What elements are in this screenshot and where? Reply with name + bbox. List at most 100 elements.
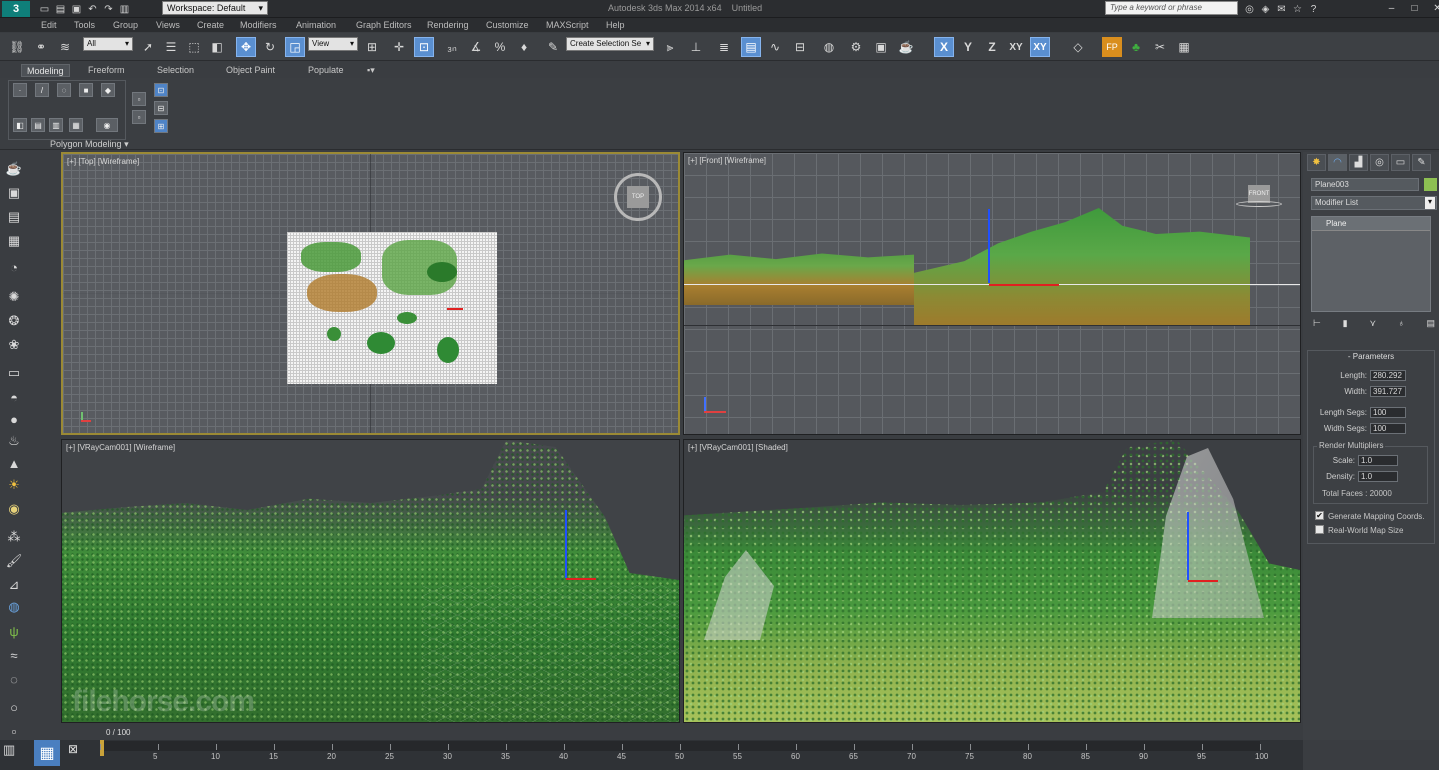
ribbon-side-icon-3[interactable]: ⊡ — [154, 83, 168, 97]
viewport-top[interactable]: [+] [Top] [Wireframe] TOP — [61, 152, 680, 435]
tab-modeling[interactable]: Modeling — [21, 64, 70, 77]
axis-y-button[interactable]: Y — [958, 37, 978, 57]
gizmo-x-axis[interactable] — [989, 284, 1059, 286]
new-file-icon[interactable]: ▭ — [38, 3, 51, 15]
timeline[interactable]: 0 / 100 5 10 15 20 25 30 35 40 45 50 55 60 65 70 75 80 8… — [88, 728, 1303, 770]
menu-customize[interactable]: Customize — [486, 20, 529, 30]
plane-object[interactable] — [287, 232, 497, 384]
link-icon[interactable]: ⛓ — [7, 37, 27, 57]
sun-icon[interactable]: ☀ — [5, 476, 23, 494]
viewport-label[interactable]: [+] [VRayCam001] [Wireframe] — [66, 443, 175, 452]
stack-item-plane[interactable]: Plane — [1312, 217, 1430, 231]
object-name-field[interactable]: Plane003 — [1311, 178, 1419, 191]
render-sphere-icon[interactable]: ○ — [5, 698, 23, 716]
search-input[interactable]: Type a keyword or phrase — [1105, 1, 1238, 15]
viewcube-face[interactable]: TOP — [627, 186, 649, 208]
parameters-rollout-header[interactable]: - Parameters — [1309, 352, 1433, 363]
viewcube-top[interactable]: TOP — [614, 173, 662, 221]
tab-populate[interactable]: Populate — [303, 64, 349, 77]
minimize-icon[interactable]: – — [1385, 2, 1398, 14]
hierarchy-tab-icon[interactable]: ▟ — [1349, 154, 1368, 171]
grass-icon[interactable]: ψ — [5, 622, 23, 640]
keyboard-shortcut-toggle-icon[interactable]: ⊡ — [414, 37, 434, 57]
menu-graph-editors[interactable]: Graph Editors — [356, 20, 412, 30]
pivot-center-icon[interactable]: ⊞ — [362, 37, 382, 57]
unlink-icon[interactable]: ⚭ — [31, 37, 51, 57]
ribbon-side-icon-5[interactable]: ⊞ — [154, 119, 168, 133]
forest-pack-icon[interactable]: FP — [1102, 37, 1122, 57]
container-icon[interactable]: ▦ — [5, 232, 23, 250]
selection-filter-dropdown[interactable]: All ▾ — [83, 37, 133, 51]
ribbon-options-icon[interactable]: ▪▾ — [362, 64, 380, 77]
ribbon-side-icon-1[interactable]: ▫ — [132, 92, 146, 106]
gizmo-y-axis[interactable] — [565, 510, 567, 578]
width-spinner[interactable]: 391.727 — [1370, 386, 1406, 397]
menu-animation[interactable]: Animation — [296, 20, 336, 30]
vertex-icon[interactable]: · — [13, 83, 27, 97]
edge-icon[interactable]: / — [35, 83, 49, 97]
gizmo-x-axis[interactable] — [1188, 580, 1218, 582]
modify-mode-icon[interactable]: ◧ — [13, 118, 27, 132]
helper-icon[interactable]: ❂ — [5, 312, 23, 330]
generate-mapping-checkbox[interactable]: ✔ — [1315, 511, 1324, 520]
show-end-result-icon[interactable]: ▮ — [1343, 318, 1348, 330]
scale-spinner[interactable]: 1.0 — [1358, 455, 1398, 466]
box-icon[interactable]: ▭ — [5, 364, 23, 382]
favorites-icon[interactable]: ☆ — [1291, 3, 1304, 15]
hemisphere-icon[interactable]: ◓ — [5, 388, 23, 406]
axis-x-button[interactable]: X — [934, 37, 954, 57]
pin-stack-icon[interactable]: ⊢ — [1313, 318, 1321, 330]
select-by-name-icon[interactable]: ☰ — [161, 37, 181, 57]
scatter-icon[interactable]: ⁂ — [5, 528, 23, 546]
camera-icon[interactable]: ◔ — [5, 258, 23, 276]
render-frame-icon[interactable]: ▣ — [5, 184, 23, 202]
window-crossing-icon[interactable]: ◧ — [207, 37, 227, 57]
axis-xy-button[interactable]: XY — [1006, 37, 1026, 57]
element-icon[interactable]: ◆ — [101, 83, 115, 97]
redo-icon[interactable]: ↷ — [102, 3, 115, 15]
rendered-frame-window-icon[interactable]: ▣ — [871, 37, 891, 57]
viewport-layout-icon[interactable]: ▦ — [34, 740, 60, 766]
rectangular-selection-icon[interactable]: ⬚ — [184, 37, 204, 57]
gizmo-x-axis[interactable] — [566, 578, 596, 580]
reference-coordinate-dropdown[interactable]: View ▾ — [308, 37, 358, 51]
scale-icon[interactable]: ◲ — [285, 37, 305, 57]
ignore-backfacing-icon[interactable]: ◉ — [96, 118, 118, 132]
menu-maxscript[interactable]: MAXScript — [546, 20, 589, 30]
gizmo-y-axis[interactable] — [1187, 512, 1189, 580]
tools-icon[interactable]: ✂ — [1150, 37, 1170, 57]
length-segs-spinner[interactable]: 100 — [1370, 407, 1406, 418]
light-icon[interactable]: ✺ — [5, 288, 23, 306]
globe-icon[interactable]: ◍ — [5, 598, 23, 616]
snaps-toggle-icon[interactable]: ₃ₙ — [442, 37, 462, 57]
preview-selection-icon[interactable]: ▦ — [69, 118, 83, 132]
sphere-icon[interactable]: ● — [5, 410, 23, 428]
polygon-icon[interactable]: ■ — [79, 83, 93, 97]
width-segs-spinner[interactable]: 100 — [1370, 423, 1406, 434]
motion-tab-icon[interactable]: ◎ — [1370, 154, 1389, 171]
tab-object-paint[interactable]: Object Paint — [221, 64, 280, 77]
particles-icon[interactable]: ❀ — [5, 336, 23, 354]
help-icon[interactable]: ? — [1307, 3, 1320, 15]
tree-icon[interactable]: ♣ — [1126, 37, 1146, 57]
configure-modifier-sets-icon[interactable]: ▤ — [1426, 318, 1435, 330]
create-tab-icon[interactable]: ✸ — [1307, 154, 1326, 171]
select-object-icon[interactable]: ➚ — [138, 37, 158, 57]
app-logo-icon[interactable]: 3 — [2, 1, 30, 17]
menu-views[interactable]: Views — [156, 20, 180, 30]
viewport-label[interactable]: [+] [VRayCam001] [Shaded] — [688, 443, 788, 452]
gizmo-y-axis[interactable] — [988, 209, 990, 283]
ribbon-side-icon-2[interactable]: ▫ — [132, 110, 146, 124]
remove-modifier-icon[interactable]: ♁ — [1398, 318, 1405, 330]
density-spinner[interactable]: 1.0 — [1358, 471, 1398, 482]
object-color-swatch[interactable] — [1424, 178, 1437, 191]
move-icon[interactable]: ✥ — [236, 37, 256, 57]
curve-editor-icon[interactable]: ∿ — [765, 37, 785, 57]
workspace-dropdown[interactable]: Workspace: Default ▾ — [162, 1, 268, 15]
communication-icon[interactable]: ✉ — [1275, 3, 1288, 15]
modify-tab-icon[interactable]: ◠ — [1328, 154, 1347, 171]
max-script-icon[interactable]: ▥ — [3, 742, 15, 758]
measure-icon[interactable]: ⊿ — [5, 576, 23, 594]
select-manipulate-icon[interactable]: ✛ — [389, 37, 409, 57]
spinner-snap-icon[interactable]: ♦ — [514, 37, 534, 57]
